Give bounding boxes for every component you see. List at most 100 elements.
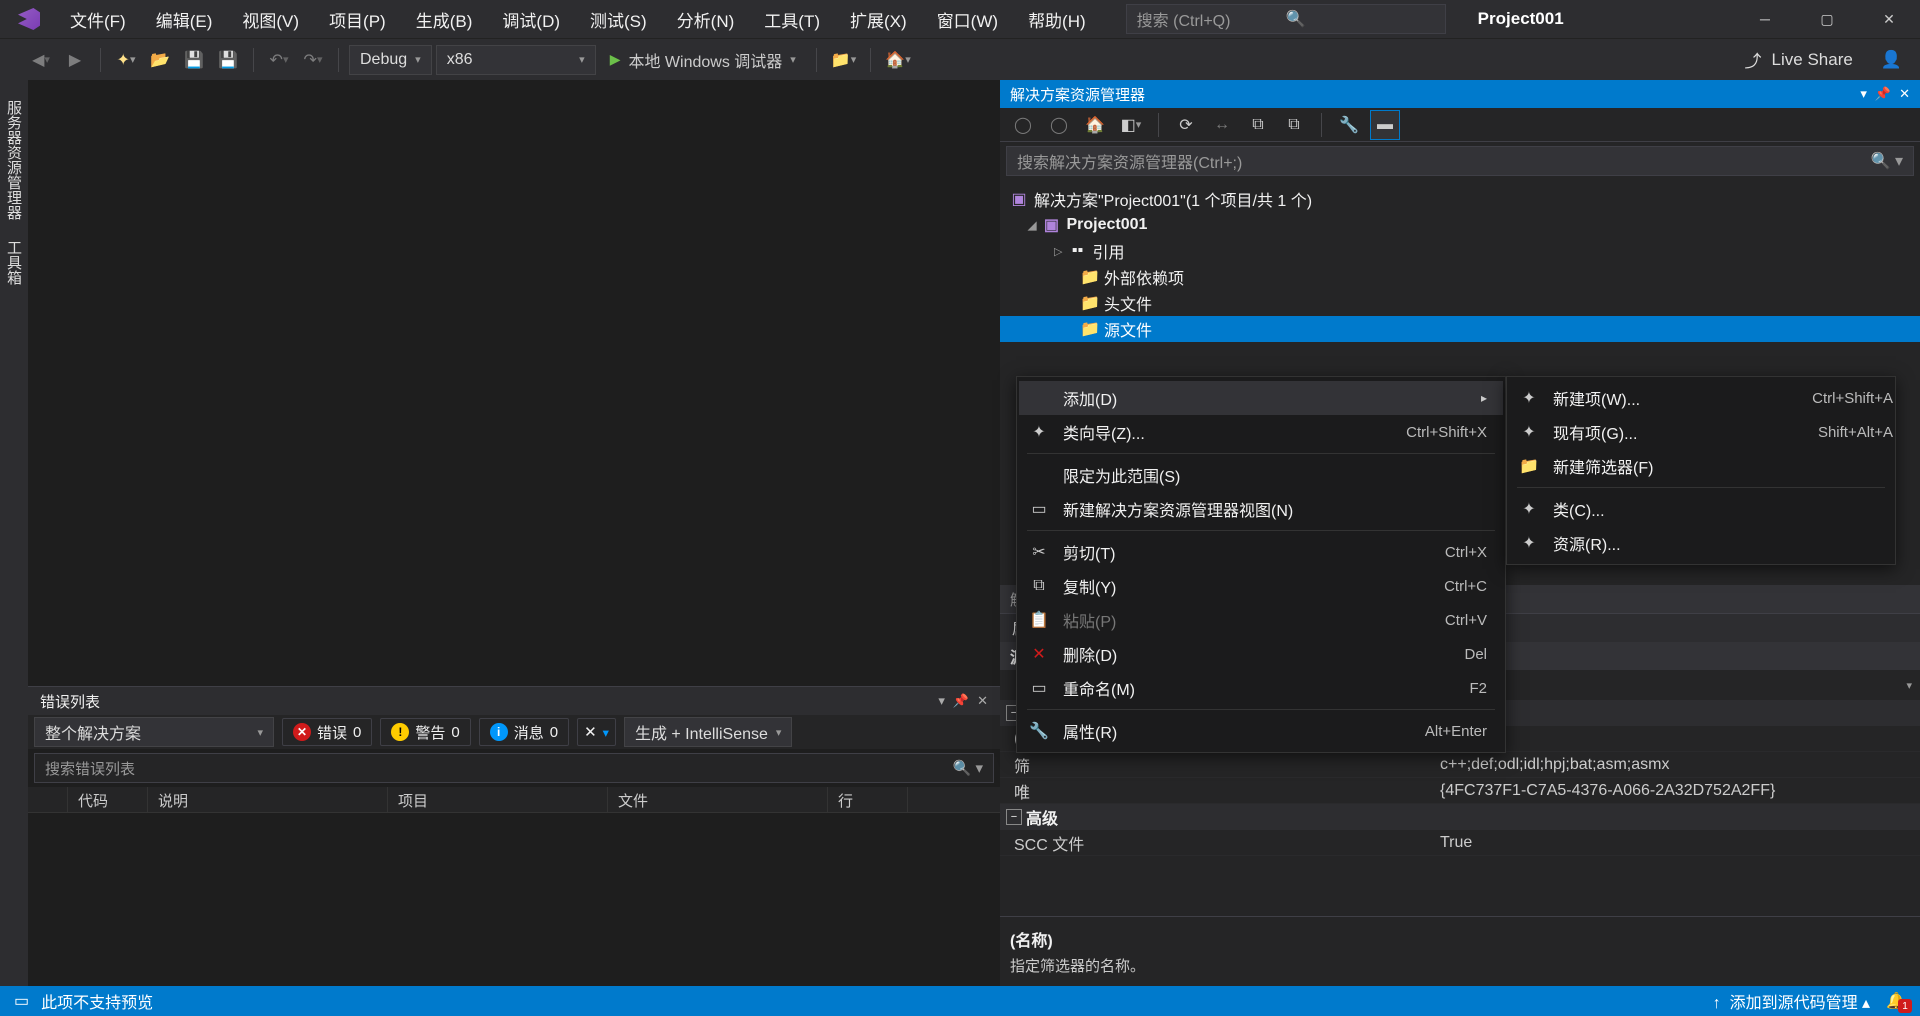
prop-row-filter[interactable]: 筛c++;def;odl;idl;hpj;bat;asm;asmx xyxy=(1000,752,1920,778)
column-header[interactable] xyxy=(28,787,68,812)
property-description: (名称) 指定筛选器的名称。 xyxy=(1000,916,1920,986)
side-dock-tab[interactable]: 服务器资源管理器 xyxy=(0,90,28,230)
close-icon[interactable]: ✕ xyxy=(1899,86,1910,102)
folder-icon: 📁 xyxy=(1080,267,1098,287)
headers-node[interactable]: 📁头文件 xyxy=(1000,290,1920,316)
error-search-box[interactable]: 搜索错误列表 🔍 ▾ xyxy=(34,753,994,783)
platform-combo[interactable]: x86▾ xyxy=(436,45,596,75)
se-refresh[interactable]: ⟳ xyxy=(1171,110,1201,140)
save-all-button[interactable]: 💾 xyxy=(213,45,243,75)
context-menu-item[interactable]: ▭重命名(M)F2 xyxy=(1019,671,1503,705)
messages-filter[interactable]: i消息 0 xyxy=(479,718,569,746)
undo-button[interactable]: ↶ ▾ xyxy=(264,45,294,75)
se-preview[interactable]: ▬ xyxy=(1370,110,1400,140)
se-home[interactable]: 🏠 xyxy=(1080,110,1110,140)
menu-item[interactable]: 项目(P) xyxy=(315,1,400,38)
menu-item-icon: ✦ xyxy=(1519,388,1539,408)
dropdown-icon[interactable]: ▾ xyxy=(938,693,945,709)
context-menu-item[interactable]: ✦类向导(Z)...Ctrl+Shift+X xyxy=(1019,415,1503,449)
user-icon: 👤 xyxy=(1881,50,1902,70)
context-menu-item[interactable]: ▭新建解决方案资源管理器视图(N) xyxy=(1019,492,1503,526)
nav-back-button[interactable]: ◀ ▾ xyxy=(26,45,56,75)
menu-item[interactable]: 工具(T) xyxy=(750,1,834,38)
menu-item[interactable]: 调试(D) xyxy=(488,1,574,38)
column-header[interactable]: 行 xyxy=(828,787,908,812)
close-icon[interactable]: ✕ xyxy=(977,693,988,709)
notifications-button[interactable]: 🔔1 xyxy=(1886,991,1906,1011)
side-dock-tab[interactable]: 工具箱 xyxy=(0,230,28,295)
se-back[interactable]: ◯ xyxy=(1008,110,1038,140)
menu-item[interactable]: 窗口(W) xyxy=(923,1,1012,38)
context-menu-item[interactable]: 🔧属性(R)Alt+Enter xyxy=(1019,714,1503,748)
quick-search-box[interactable]: 搜索 (Ctrl+Q) 🔍 xyxy=(1126,4,1446,34)
context-menu-item[interactable]: ✦现有项(G)...Shift+Alt+A xyxy=(1509,415,1909,449)
context-menu-item[interactable]: ✦新建项(W)...Ctrl+Shift+A xyxy=(1509,381,1909,415)
project-node[interactable]: ◢▣Project001 xyxy=(1000,212,1920,238)
solution-node[interactable]: ▣解决方案"Project001"(1 个项目/共 1 个) xyxy=(1000,186,1920,212)
config-combo[interactable]: Debug▾ xyxy=(349,45,432,75)
context-menu[interactable]: 添加(D)▸✦类向导(Z)...Ctrl+Shift+X 限定为此范围(S)▭新建… xyxy=(1016,376,1506,753)
context-menu-item[interactable]: ⧉复制(Y)Ctrl+C xyxy=(1019,569,1503,603)
save-button[interactable]: 💾 xyxy=(179,45,209,75)
column-header[interactable]: 文件 xyxy=(608,787,828,812)
clear-filter[interactable]: ✕▾ xyxy=(577,718,616,746)
context-menu-item[interactable]: 📋粘贴(P)Ctrl+V xyxy=(1019,603,1503,637)
start-debug-button[interactable]: ▶本地 Windows 调试器▾ xyxy=(600,45,806,75)
warnings-filter[interactable]: !警告 0 xyxy=(380,718,470,746)
minimize-button[interactable]: ─ xyxy=(1734,0,1796,38)
menu-item-icon: ✦ xyxy=(1519,533,1539,553)
menu-item[interactable]: 编辑(E) xyxy=(142,1,227,38)
source-combo[interactable]: 生成 + IntelliSense▾ xyxy=(624,717,793,747)
share-icon: ⤴ xyxy=(1745,47,1762,72)
column-header[interactable]: 说明 xyxy=(148,787,388,812)
context-menu-item[interactable]: ✦资源(R)... xyxy=(1509,526,1909,560)
se-sync[interactable]: ↔ xyxy=(1207,110,1237,140)
menu-item[interactable]: 帮助(H) xyxy=(1014,1,1100,38)
se-collapse[interactable]: ⧉ xyxy=(1243,110,1273,140)
category-advanced[interactable]: −高级 xyxy=(1000,804,1920,830)
live-share-button[interactable]: ⤴ Live Share 👤 xyxy=(1745,47,1902,72)
se-showall[interactable]: ⧉ xyxy=(1279,110,1309,140)
source-control-button[interactable]: ↑ 添加到源代码管理 ▴ xyxy=(1713,989,1870,1013)
context-menu-item[interactable]: ✦类(C)... xyxy=(1509,492,1909,526)
nav-fwd-button[interactable]: ▶ xyxy=(60,45,90,75)
menu-item[interactable]: 文件(F) xyxy=(56,1,140,38)
redo-button[interactable]: ↷ ▾ xyxy=(298,45,328,75)
open-button[interactable]: 📂 xyxy=(145,45,175,75)
tool-button-1[interactable]: 📁 ▾ xyxy=(827,45,860,75)
column-header[interactable]: 项目 xyxy=(388,787,608,812)
menu-item[interactable]: 扩展(X) xyxy=(836,1,921,38)
references-node[interactable]: ▷▪▪引用 xyxy=(1000,238,1920,264)
scope-combo[interactable]: 整个解决方案▾ xyxy=(34,717,274,747)
menu-item[interactable]: 视图(V) xyxy=(228,1,313,38)
context-menu-item[interactable]: 添加(D)▸ xyxy=(1019,381,1503,415)
menu-item[interactable]: 生成(B) xyxy=(402,1,487,38)
prop-row-scc[interactable]: SCC 文件True xyxy=(1000,830,1920,856)
se-props[interactable]: 🔧 xyxy=(1334,110,1364,140)
new-item-button[interactable]: ✦ ▾ xyxy=(111,45,141,75)
dropdown-icon[interactable]: ▾ xyxy=(1860,86,1867,102)
context-menu-item[interactable]: 限定为此范围(S) xyxy=(1019,458,1503,492)
se-fwd[interactable]: ◯ xyxy=(1044,110,1074,140)
solution-explorer-search[interactable]: 搜索解决方案资源管理器(Ctrl+;) 🔍 ▾ xyxy=(1006,146,1914,176)
pin-icon[interactable]: 📌 xyxy=(953,693,969,709)
menu-item[interactable]: 测试(S) xyxy=(576,1,661,38)
context-menu-item[interactable]: ✕删除(D)Del xyxy=(1019,637,1503,671)
menu-item[interactable]: 分析(N) xyxy=(663,1,749,38)
se-toggle[interactable]: ◧ ▾ xyxy=(1116,110,1146,140)
close-button[interactable]: ✕ xyxy=(1858,0,1920,38)
column-header[interactable]: 代码 xyxy=(68,787,148,812)
tool-button-2[interactable]: 🏠 ▾ xyxy=(881,45,914,75)
menu-item-icon: ▭ xyxy=(1029,678,1049,698)
context-menu-item[interactable]: ✂剪切(T)Ctrl+X xyxy=(1019,535,1503,569)
context-menu-item[interactable]: 📁新建筛选器(F) xyxy=(1509,449,1909,483)
status-text: 此项不支持预览 xyxy=(41,989,153,1013)
errors-filter[interactable]: ✕错误 0 xyxy=(282,718,372,746)
folder-icon: 📁 xyxy=(1080,319,1098,339)
maximize-button[interactable]: ▢ xyxy=(1796,0,1858,38)
sources-node[interactable]: 📁源文件 xyxy=(1000,316,1920,342)
context-submenu-add[interactable]: ✦新建项(W)...Ctrl+Shift+A✦现有项(G)...Shift+Al… xyxy=(1506,376,1896,565)
pin-icon[interactable]: 📌 xyxy=(1875,86,1891,102)
prop-row-identifier[interactable]: 唯{4FC737F1-C7A5-4376-A066-2A32D752A2FF} xyxy=(1000,778,1920,804)
external-deps-node[interactable]: 📁外部依赖项 xyxy=(1000,264,1920,290)
